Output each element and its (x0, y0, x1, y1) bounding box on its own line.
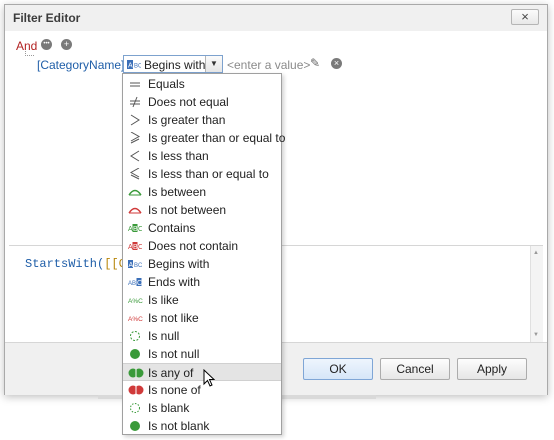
svg-text:A%C: A%C (128, 316, 143, 323)
operator-option-label: Is less than or equal to (148, 167, 269, 181)
window-title: Filter Editor (13, 11, 81, 25)
not-blank-icon (128, 420, 142, 432)
apply-button[interactable]: Apply (457, 358, 527, 380)
operator-option-label: Is greater than (148, 113, 226, 127)
operator-option-label: Is between (148, 185, 207, 199)
add-condition-icon[interactable]: + (61, 39, 72, 50)
operator-option-label: Is not like (148, 311, 199, 325)
operator-option-label: Begins with (148, 257, 210, 271)
field-name[interactable]: [CategoryName] (37, 58, 124, 72)
operator-option-label: Is less than (148, 149, 209, 163)
operator-option[interactable]: Is greater than (123, 111, 281, 129)
operator-option-label: Does not contain (148, 239, 239, 253)
cancel-button[interactable]: Cancel (380, 358, 450, 380)
operator-option[interactable]: Is less than (123, 147, 281, 165)
operator-option[interactable]: A%C Is not like (123, 309, 281, 327)
operator-option[interactable]: A B C Does not contain (123, 237, 281, 255)
operator-option[interactable]: Is less than or equal to (123, 165, 281, 183)
not-contain-icon: ABC (128, 240, 143, 252)
svg-text:AB: AB (128, 281, 136, 287)
pencil-icon[interactable]: ✎ (310, 56, 320, 70)
not-like-icon: A%C (128, 312, 143, 324)
not-equal-icon (128, 96, 142, 108)
svg-text:BC: BC (134, 263, 142, 269)
svg-text:A: A (129, 262, 134, 269)
begins-with-icon: A BC (127, 60, 143, 70)
close-button[interactable]: × (511, 9, 539, 25)
any-of-icon (128, 367, 144, 379)
like-icon: A%C (128, 294, 143, 306)
greater-than-icon (128, 114, 142, 126)
group-operator[interactable]: And (16, 39, 37, 53)
operator-option[interactable]: Equals (123, 75, 281, 93)
operator-option-label: Is blank (148, 401, 190, 415)
group-menu-icon[interactable]: ••• (41, 39, 52, 50)
mouse-cursor-icon (203, 369, 216, 387)
value-input[interactable]: <enter a value> (227, 58, 310, 72)
operator-option[interactable]: A BC Begins with (123, 255, 281, 273)
operator-option-label: Is any of (148, 366, 194, 380)
operator-option[interactable]: Is null (123, 327, 281, 345)
operator-option[interactable]: A%C Is like (123, 291, 281, 309)
operator-option-label: Contains (148, 221, 196, 235)
operator-option[interactable]: Is greater than or equal to (123, 129, 285, 147)
operator-option-label: Is not between (148, 203, 227, 217)
operator-option-label: Equals (148, 77, 185, 91)
operator-option-label: Is null (148, 329, 180, 343)
operator-option-label: Ends with (148, 275, 201, 289)
operator-option-label: Does not equal (148, 95, 229, 109)
expression-function: StartsWith( (25, 257, 105, 271)
operator-option-label: Is none of (148, 383, 201, 397)
begins-with-icon: A BC (128, 258, 143, 270)
blank-icon (128, 402, 142, 414)
less-equal-icon (128, 167, 142, 180)
title-bar: Filter Editor × (5, 5, 547, 32)
null-icon (128, 330, 142, 342)
svg-text:C: C (138, 244, 142, 251)
ok-button[interactable]: OK (303, 358, 373, 380)
operator-option-label: Is greater than or equal to (148, 131, 286, 145)
contains-icon: ABC (128, 222, 143, 234)
not-null-icon (128, 348, 142, 360)
svg-text:A: A (128, 63, 133, 70)
svg-text:C: C (137, 280, 142, 287)
chevron-down-icon[interactable]: ▼ (205, 56, 222, 72)
operator-option[interactable]: Does not equal (123, 93, 281, 111)
operator-option[interactable]: Is between (123, 183, 281, 201)
remove-condition-icon[interactable]: × (331, 58, 342, 69)
operator-option-label: Is like (148, 293, 179, 307)
none-of-icon (128, 384, 144, 396)
expression-scrollbar[interactable]: ▲ ▼ (530, 246, 543, 342)
operator-option[interactable]: Is not between (123, 201, 281, 219)
operator-option[interactable]: Is blank (123, 399, 281, 417)
operator-option-label: Is not blank (148, 419, 210, 433)
operator-option[interactable]: Is any of (123, 363, 281, 381)
ends-with-icon: AB C (128, 276, 142, 288)
less-than-icon (128, 150, 142, 162)
operator-option[interactable]: A B C Contains (123, 219, 281, 237)
svg-text:C: C (138, 226, 142, 233)
greater-equal-icon (128, 131, 142, 144)
scroll-up-icon[interactable]: ▲ (533, 250, 539, 256)
between-icon (128, 186, 142, 198)
operator-option[interactable]: Is none of (123, 381, 281, 399)
equals-icon (128, 78, 142, 90)
operator-option[interactable]: Is not null (123, 345, 281, 363)
operator-label: Begins with (144, 58, 206, 72)
operator-option-label: Is not null (148, 347, 200, 361)
scroll-down-icon[interactable]: ▼ (533, 332, 539, 338)
operator-option[interactable]: AB C Ends with (123, 273, 281, 291)
tree-connector-line (25, 55, 34, 56)
operator-dropdown-list: Equals Does not equal Is greater than Is gr… (122, 73, 285, 435)
not-between-icon (128, 204, 142, 216)
svg-text:BC: BC (134, 64, 141, 70)
svg-text:A%C: A%C (128, 298, 143, 305)
operator-option[interactable]: Is not blank (123, 417, 281, 435)
operator-combobox[interactable]: A BC Begins with ▼ (123, 55, 223, 73)
